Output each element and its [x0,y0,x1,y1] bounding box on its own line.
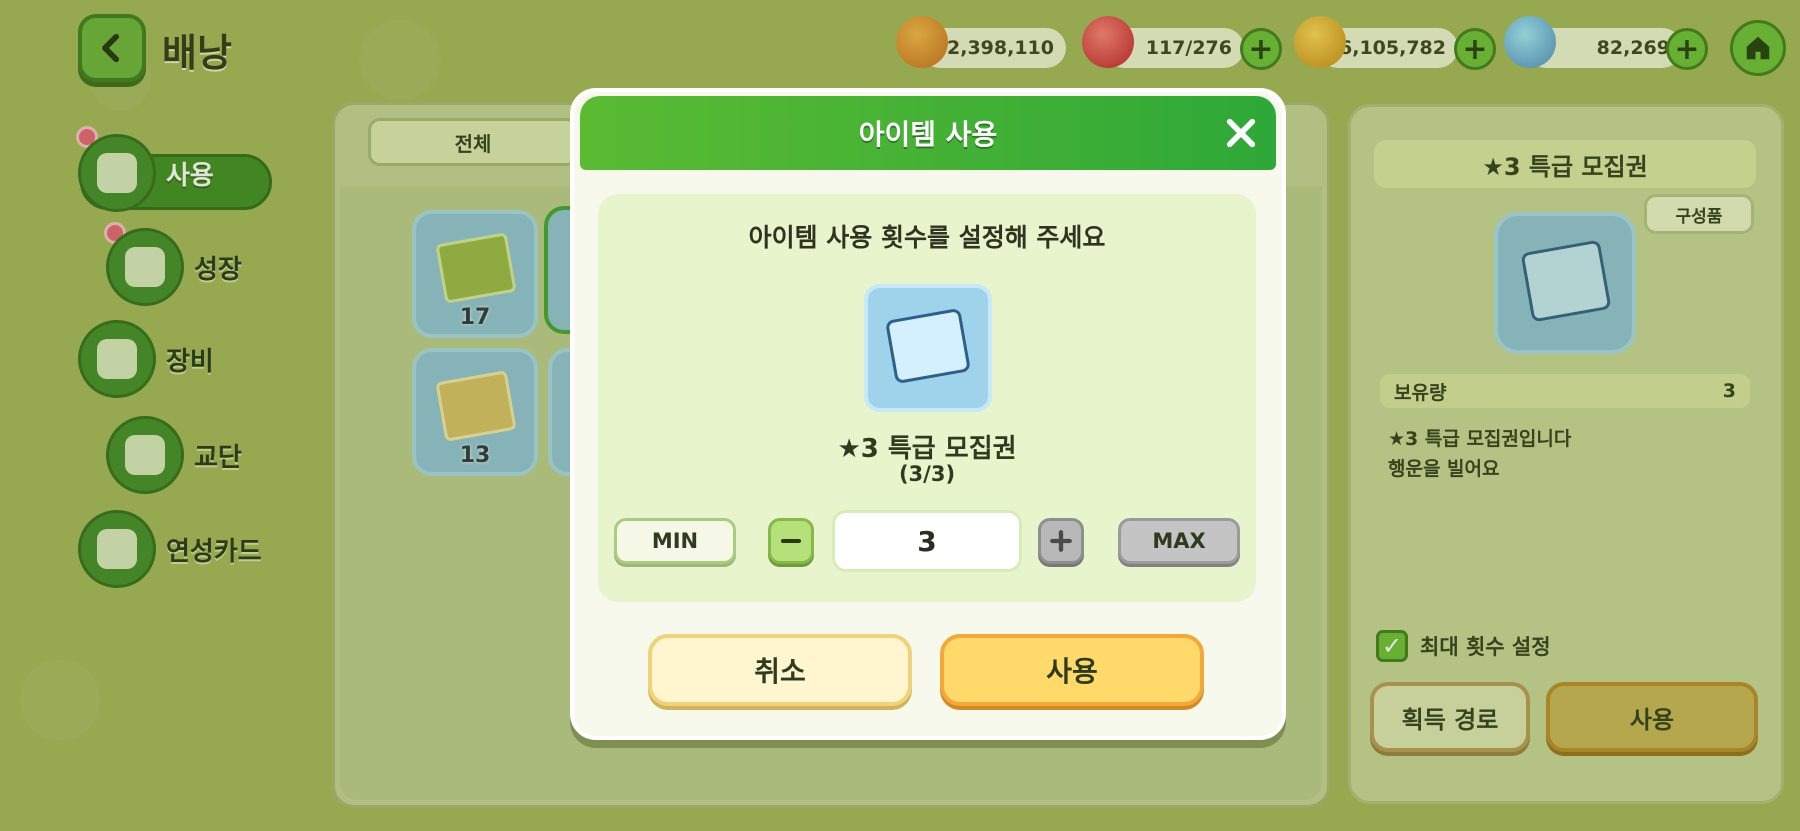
dialog-item-count: (3/3) [898,462,956,486]
quantity-input[interactable] [832,510,1022,572]
decrement-button[interactable] [768,518,814,564]
close-button[interactable] [1216,108,1266,158]
cancel-button[interactable]: 취소 [648,634,912,706]
close-icon [1226,118,1256,148]
dialog-item-name: ★3 특급 모집권 [837,434,1017,464]
ticket-icon [864,284,992,412]
plus-icon [1050,530,1072,552]
dialog-title: 아이템 사용 [580,96,1276,170]
confirm-use-button[interactable]: 사용 [940,634,1204,706]
max-button[interactable]: MAX [1118,518,1240,564]
min-button[interactable]: MIN [614,518,736,564]
dialog-prompt: 아이템 사용 횟수를 설정해 주세요 [748,223,1106,252]
increment-button[interactable] [1038,518,1084,564]
minus-icon [781,539,801,543]
